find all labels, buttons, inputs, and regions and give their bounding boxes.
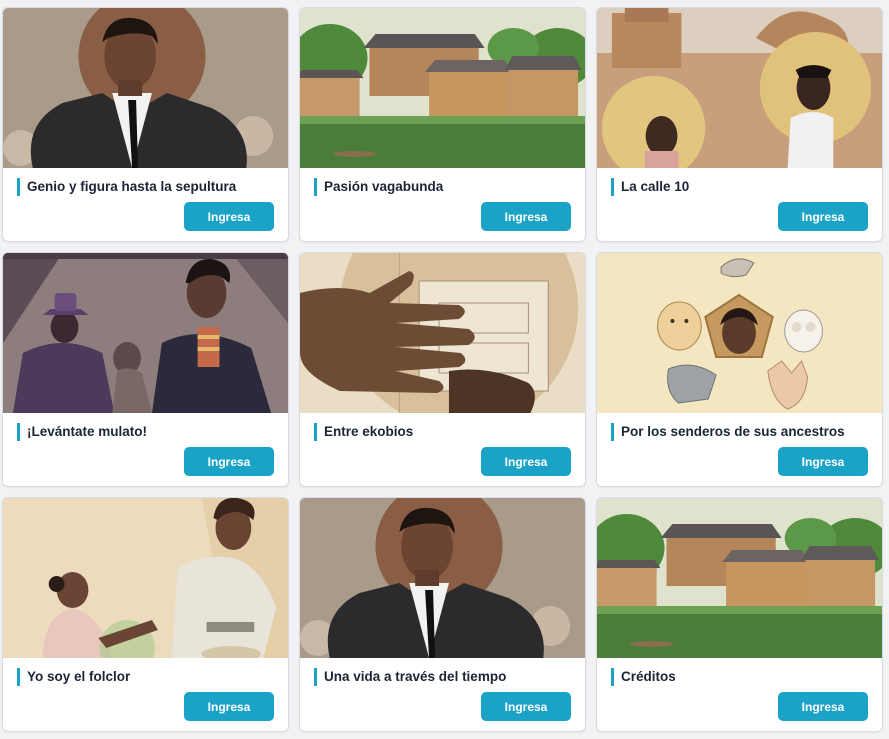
content-card: Créditos Ingresa xyxy=(596,497,883,732)
card-illustration xyxy=(597,498,882,658)
card-illustration xyxy=(597,253,882,413)
content-card: Entre ekobios Ingresa xyxy=(299,252,586,487)
content-card: Yo soy el folclor Ingresa xyxy=(2,497,289,732)
card-grid: Genio y figura hasta la sepultura Ingres… xyxy=(0,0,889,739)
card-illustration xyxy=(3,8,288,168)
card-illustration xyxy=(3,253,288,413)
card-illustration xyxy=(300,498,585,658)
card-illustration xyxy=(3,498,288,658)
content-card: ¡Levántate mulato! Ingresa xyxy=(2,252,289,487)
card-illustration xyxy=(300,253,585,413)
enter-button[interactable]: Ingresa xyxy=(184,447,274,476)
card-title: Por los senderos de sus ancestros xyxy=(611,423,874,441)
enter-button[interactable]: Ingresa xyxy=(778,692,868,721)
content-card: Por los senderos de sus ancestros Ingres… xyxy=(596,252,883,487)
card-illustration xyxy=(597,8,882,168)
content-card: Una vida a través del tiempo Ingresa xyxy=(299,497,586,732)
card-title: Yo soy el folclor xyxy=(17,668,280,686)
card-title: Créditos xyxy=(611,668,874,686)
card-title: La calle 10 xyxy=(611,178,874,196)
enter-button[interactable]: Ingresa xyxy=(184,692,274,721)
card-title: Entre ekobios xyxy=(314,423,577,441)
content-card: Genio y figura hasta la sepultura Ingres… xyxy=(2,7,289,242)
card-title: Genio y figura hasta la sepultura xyxy=(17,178,280,196)
card-title: ¡Levántate mulato! xyxy=(17,423,280,441)
enter-button[interactable]: Ingresa xyxy=(778,202,868,231)
card-illustration xyxy=(300,8,585,168)
enter-button[interactable]: Ingresa xyxy=(481,692,571,721)
card-title: Pasión vagabunda xyxy=(314,178,577,196)
content-card: La calle 10 Ingresa xyxy=(596,7,883,242)
enter-button[interactable]: Ingresa xyxy=(778,447,868,476)
enter-button[interactable]: Ingresa xyxy=(481,447,571,476)
enter-button[interactable]: Ingresa xyxy=(184,202,274,231)
content-card: Pasión vagabunda Ingresa xyxy=(299,7,586,242)
enter-button[interactable]: Ingresa xyxy=(481,202,571,231)
card-title: Una vida a través del tiempo xyxy=(314,668,577,686)
